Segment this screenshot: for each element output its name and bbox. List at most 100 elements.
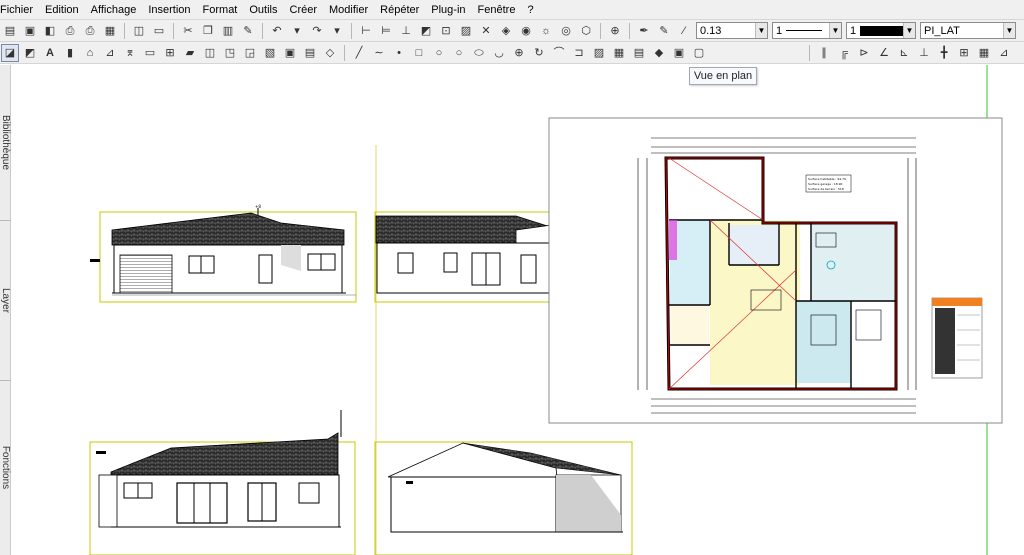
format-painter-icon[interactable]: ✎: [239, 22, 257, 40]
menu-plugin[interactable]: Plug-in: [425, 0, 471, 20]
elevation-back[interactable]: [89, 410, 356, 555]
room-icon[interactable]: ◫: [201, 44, 219, 62]
rotate-tool-icon[interactable]: ↻: [530, 44, 548, 62]
grid-icon[interactable]: ⊞: [955, 44, 973, 62]
stairs-icon[interactable]: ⊿: [101, 44, 119, 62]
break-icon[interactable]: ╋: [935, 44, 953, 62]
library-object-icon[interactable]: ◲: [241, 44, 259, 62]
menu-creer[interactable]: Créer: [284, 0, 324, 20]
undo-dropdown-icon[interactable]: ▾: [288, 22, 306, 40]
new-file-icon[interactable]: ▤: [1, 22, 19, 40]
menu-insertion[interactable]: Insertion: [142, 0, 196, 20]
curve-tool-icon[interactable]: ∼: [370, 44, 388, 62]
perspective-icon[interactable]: ◈: [497, 22, 515, 40]
print-preview-icon[interactable]: ⎙: [61, 22, 79, 40]
menu-fenetre[interactable]: Fenêtre: [472, 0, 522, 20]
extend-icon[interactable]: ⊥: [915, 44, 933, 62]
plan-view-icon[interactable]: ◪: [1, 43, 19, 62]
cut-section-icon[interactable]: ✕: [477, 22, 495, 40]
frame-icon[interactable]: ▢: [690, 44, 708, 62]
drawing-area[interactable]: +8 Surface habitable: 94.79 Surface gar…: [11, 65, 1024, 555]
column-icon[interactable]: ▮: [61, 44, 79, 62]
snap-end-icon[interactable]: ⊳: [855, 44, 873, 62]
camera-icon[interactable]: ◎: [557, 22, 575, 40]
render-icon[interactable]: ◉: [517, 22, 535, 40]
polyline-tool-icon[interactable]: ⌒: [550, 44, 568, 62]
elevation-left[interactable]: [374, 441, 633, 555]
comment-icon[interactable]: ◫: [130, 22, 148, 40]
menu-modifier[interactable]: Modifier: [323, 0, 374, 20]
hatch-icon[interactable]: ▧: [261, 44, 279, 62]
line-weight-select[interactable]: 0.13 ▼: [696, 22, 768, 39]
line-type-select[interactable]: 1 ▼: [772, 22, 842, 39]
wall-corner-icon[interactable]: ╔: [835, 44, 853, 62]
elevation-front[interactable]: +8: [90, 204, 357, 303]
dimension-icon[interactable]: ⊢: [357, 22, 375, 40]
redo-dropdown-icon[interactable]: ▾: [328, 22, 346, 40]
open-file-icon[interactable]: ◧: [41, 22, 59, 40]
pen-icon[interactable]: ✒: [635, 22, 653, 40]
trim-icon[interactable]: ⊾: [895, 44, 913, 62]
target-tool-icon[interactable]: ⊕: [510, 44, 528, 62]
point-tool-icon[interactable]: •: [390, 44, 408, 62]
beam-icon[interactable]: ▰: [181, 44, 199, 62]
undo-icon[interactable]: ↶: [268, 22, 286, 40]
angle-icon[interactable]: ∠: [875, 44, 893, 62]
door-icon[interactable]: ⌂: [81, 44, 99, 62]
line-tool-icon[interactable]: ╱: [350, 44, 368, 62]
tab-bibliotheque[interactable]: Bibliothèque: [0, 65, 11, 220]
text-box-tool-icon[interactable]: ⊐: [570, 44, 588, 62]
cut-icon[interactable]: ✂: [179, 22, 197, 40]
dimension-chain-icon[interactable]: ⊨: [377, 22, 395, 40]
arc-tool-icon[interactable]: ◡: [490, 44, 508, 62]
copy-icon[interactable]: ❐: [199, 22, 217, 40]
title-block[interactable]: [931, 297, 983, 379]
menu-repeter[interactable]: Répéter: [374, 0, 425, 20]
bucket-fill-icon[interactable]: ◆: [650, 44, 668, 62]
zoom-icon[interactable]: ⊕: [606, 22, 624, 40]
menu-outils[interactable]: Outils: [243, 0, 283, 20]
screen-icon[interactable]: ▭: [150, 22, 168, 40]
circle-tool-icon[interactable]: ○: [430, 44, 448, 62]
object-icon[interactable]: ◳: [221, 44, 239, 62]
ellipse-tool-icon[interactable]: ⬭: [470, 44, 488, 62]
menu-help[interactable]: ?: [521, 0, 539, 20]
pencil-icon[interactable]: ✎: [655, 22, 673, 40]
cabinet-icon[interactable]: ▤: [301, 44, 319, 62]
window-icon[interactable]: ⊞: [161, 44, 179, 62]
label-icon[interactable]: ◇: [321, 44, 339, 62]
cube-icon[interactable]: ⬡: [577, 22, 595, 40]
text-icon[interactable]: A: [41, 44, 59, 62]
measure-icon[interactable]: ⊿: [995, 44, 1013, 62]
level-icon[interactable]: ⊥: [397, 22, 415, 40]
open-icon[interactable]: ▣: [21, 22, 39, 40]
print-icon[interactable]: ⎙: [81, 22, 99, 40]
pen-color-select[interactable]: 1 ▼: [846, 22, 916, 39]
grid-pattern-icon[interactable]: ▦: [610, 44, 628, 62]
paste-icon[interactable]: ▥: [219, 22, 237, 40]
view-3d-icon[interactable]: ◩: [21, 44, 39, 62]
group-icon[interactable]: ▣: [281, 44, 299, 62]
redo-icon[interactable]: ↷: [308, 22, 326, 40]
brush-icon[interactable]: ⁄: [675, 22, 693, 40]
fill-pattern-icon[interactable]: ▨: [590, 44, 608, 62]
sun-icon[interactable]: ☼: [537, 22, 555, 40]
area-icon[interactable]: ◩: [417, 22, 435, 40]
tab-layer[interactable]: Layer: [0, 220, 11, 380]
save-icon[interactable]: ▦: [101, 22, 119, 40]
menu-fichier[interactable]: Fichier: [0, 0, 39, 20]
roof-icon[interactable]: ⌆: [121, 44, 139, 62]
table-icon[interactable]: ▦: [975, 44, 993, 62]
layer-select[interactable]: PI_LAT ▼: [920, 22, 1016, 39]
menu-format[interactable]: Format: [197, 0, 244, 20]
section-icon[interactable]: ▨: [457, 22, 475, 40]
tab-fonctions[interactable]: Fonctions: [0, 380, 11, 555]
circle-alt-tool-icon[interactable]: ○: [450, 44, 468, 62]
elevation-icon[interactable]: ⊡: [437, 22, 455, 40]
menu-affichage[interactable]: Affichage: [85, 0, 143, 20]
rectangle-tool-icon[interactable]: □: [410, 44, 428, 62]
pattern-icon[interactable]: ▤: [630, 44, 648, 62]
slab-icon[interactable]: ▭: [141, 44, 159, 62]
drawing-canvas[interactable]: +8 Surface habitable: 94.79 Surface gar…: [11, 65, 1024, 555]
image-icon[interactable]: ▣: [670, 44, 688, 62]
